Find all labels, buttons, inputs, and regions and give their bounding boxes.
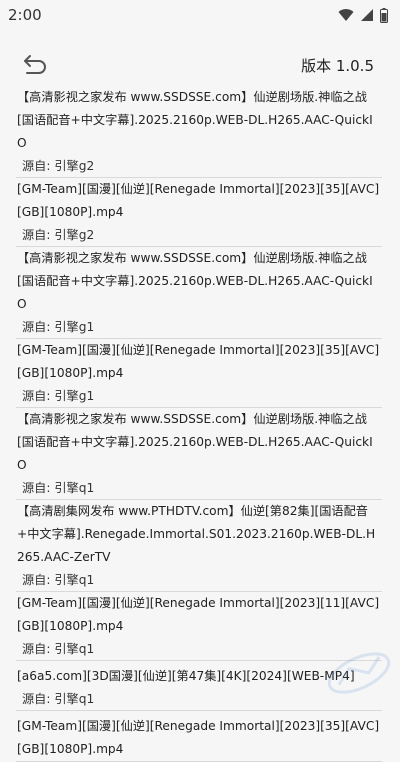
item-source: 源自: 引擎g2: [22, 228, 95, 242]
item-source: 源自: 引擎g2: [22, 159, 95, 173]
item-title: [GM-Team][国漫][仙逆][Renegade Immortal][202…: [17, 182, 380, 219]
version-label: 版本 1.0.5: [301, 57, 374, 75]
back-arrow-icon: [24, 55, 46, 74]
status-time: 2:00: [8, 6, 42, 24]
item-title: [GM-Team][国漫][仙逆][Renegade Immortal][202…: [17, 343, 380, 380]
list-item[interactable]: [GM-Team][国漫][仙逆][Renegade Immortal][202…: [16, 715, 382, 762]
item-title: 【高清影视之家发布 www.SSDSSE.com】仙逆剧场版.神临之战[国语配音…: [17, 90, 373, 150]
item-source: 源自: 引擎q1: [22, 692, 95, 706]
list-item[interactable]: 【高清影视之家发布 www.SSDSSE.com】仙逆剧场版.神临之战[国语配音…: [16, 247, 382, 339]
item-source: 源自: 引擎g1: [22, 389, 95, 403]
status-icons: [338, 7, 388, 23]
list-item[interactable]: 【高清影视之家发布 www.SSDSSE.com】仙逆剧场版.神临之战[国语配音…: [16, 408, 382, 500]
item-source: 源自: 引擎g1: [22, 320, 95, 334]
wifi-icon: [338, 9, 354, 21]
status-bar: 2:00: [0, 0, 400, 30]
item-title: [GM-Team][国漫][仙逆][Renegade Immortal][202…: [17, 596, 380, 633]
list-item[interactable]: [GM-Team][国漫][仙逆][Renegade Immortal][202…: [16, 592, 382, 661]
list-item[interactable]: [GM-Team][国漫][仙逆][Renegade Immortal][202…: [16, 178, 382, 247]
item-source: 源自: 引擎q1: [22, 642, 95, 656]
item-title: 【高清影视之家发布 www.SSDSSE.com】仙逆剧场版.神临之战[国语配音…: [17, 251, 373, 311]
item-title: 【高清影视之家发布 www.SSDSSE.com】仙逆剧场版.神临之战[国语配音…: [17, 412, 373, 472]
back-button[interactable]: [20, 50, 50, 78]
header: 版本 1.0.5: [0, 44, 400, 84]
list-item[interactable]: 【高清剧集网发布 www.PTHDTV.com】仙逆[第82集][国语配音+中文…: [16, 500, 382, 592]
list-item[interactable]: [GM-Team][国漫][仙逆][Renegade Immortal][202…: [16, 339, 382, 408]
item-title: 【高清剧集网发布 www.PTHDTV.com】仙逆[第82集][国语配音+中文…: [17, 504, 376, 564]
item-source: 源自: 引擎q1: [22, 573, 95, 587]
item-source: 源自: 引擎q1: [22, 481, 95, 495]
item-title: [GM-Team][国漫][仙逆][Renegade Immortal][202…: [17, 719, 380, 756]
list-item[interactable]: 【高清影视之家发布 www.SSDSSE.com】仙逆剧场版.神临之战[国语配音…: [16, 86, 382, 178]
signal-icon: [361, 9, 373, 21]
battery-icon: [380, 7, 388, 23]
result-list: 【高清影视之家发布 www.SSDSSE.com】仙逆剧场版.神临之战[国语配音…: [16, 86, 382, 762]
